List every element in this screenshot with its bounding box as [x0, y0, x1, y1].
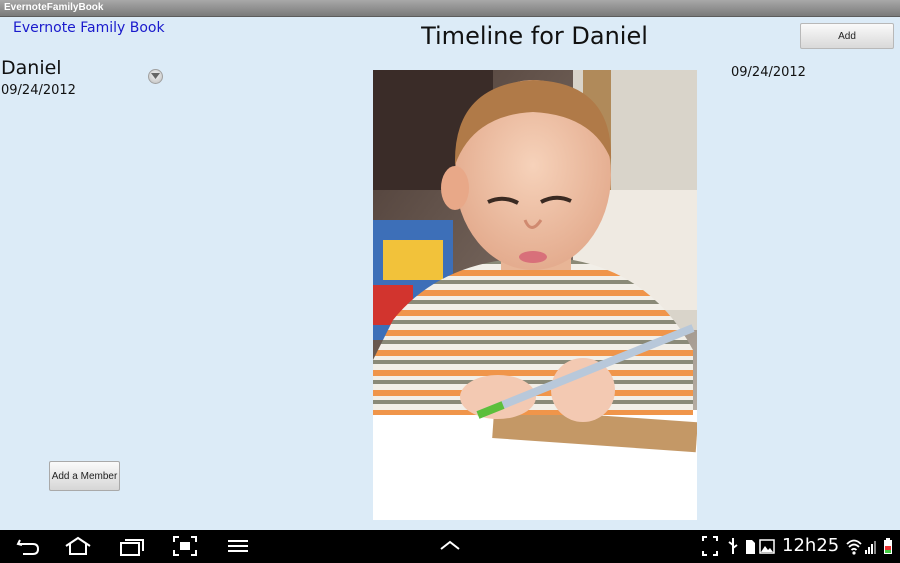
status-clock: 12h25 — [782, 535, 840, 556]
child-photo-image: dreamstime.com — [373, 70, 697, 520]
member-dropdown-button[interactable] — [148, 69, 163, 84]
wifi-icon — [846, 539, 862, 555]
screenshot-icon[interactable] — [172, 535, 198, 557]
back-icon[interactable] — [15, 535, 41, 557]
add-member-button[interactable]: Add a Member — [49, 461, 120, 491]
member-date: 09/24/2012 — [1, 83, 76, 98]
home-icon[interactable] — [64, 535, 92, 557]
menu-icon[interactable] — [226, 535, 250, 557]
system-navigation-bar: 12h25 — [0, 530, 900, 563]
signal-icon — [865, 541, 876, 554]
gallery-icon — [759, 539, 775, 554]
recent-apps-icon[interactable] — [118, 535, 146, 557]
member-name[interactable]: Daniel — [1, 57, 62, 79]
page-title: Timeline for Daniel — [421, 22, 648, 50]
add-button[interactable]: Add — [800, 23, 894, 49]
up-chevron-icon[interactable] — [439, 535, 461, 557]
sd-card-icon — [746, 540, 755, 554]
fullscreen-icon — [702, 536, 718, 556]
photo-watermark: dreamstime.com — [555, 497, 697, 517]
app-title: EvernoteFamilyBook — [4, 2, 104, 13]
usb-icon — [728, 538, 738, 554]
title-bar: EvernoteFamilyBook — [0, 0, 900, 17]
timeline-photo[interactable]: dreamstime.com — [373, 70, 697, 520]
battery-icon — [884, 538, 892, 554]
screen: EvernoteFamilyBook Evernote Family Book … — [0, 0, 900, 563]
chevron-down-icon — [151, 73, 160, 79]
entry-date: 09/24/2012 — [731, 65, 806, 80]
